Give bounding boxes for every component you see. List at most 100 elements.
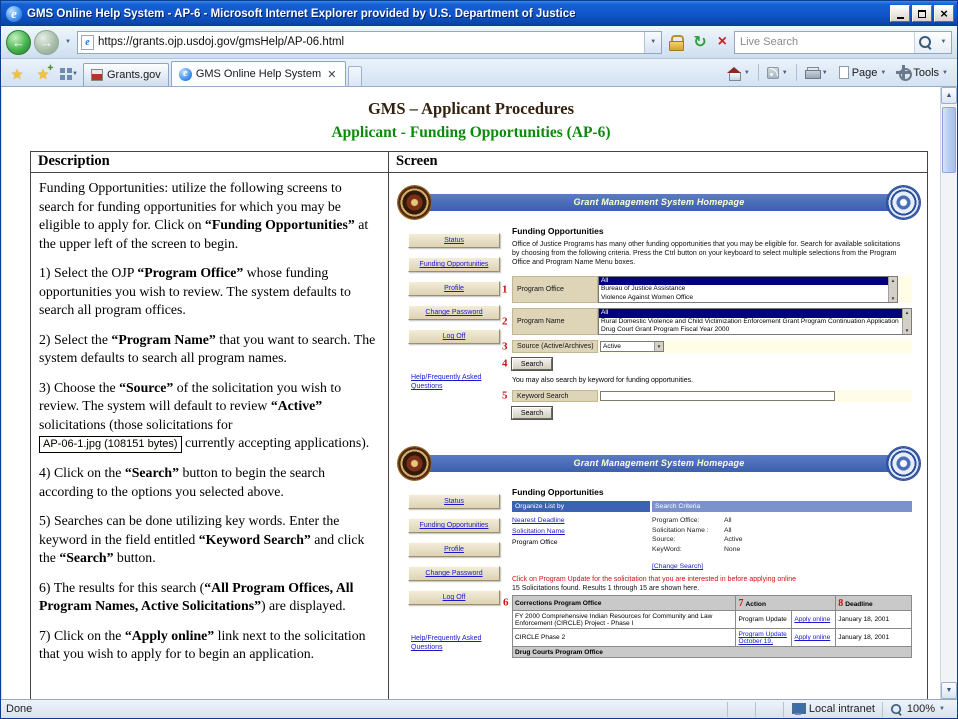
program-office-item[interactable]: Program Office <box>512 539 652 546</box>
nearest-deadline-link[interactable]: Nearest Deadline <box>512 517 652 524</box>
address-bar[interactable]: https://grants.ojp.usdoj.gov/gmsHelp/AP-… <box>77 31 662 54</box>
search-icon <box>919 36 932 49</box>
description-paragraph: 5) Searches can be done utilizing key wo… <box>39 512 378 568</box>
ie-favicon-icon <box>179 68 192 81</box>
apply-online-link[interactable]: Apply online <box>794 616 830 623</box>
organize-links: Nearest Deadline Solicitation Name Progr… <box>512 514 652 573</box>
gms-search-button[interactable]: Search <box>512 358 552 370</box>
status-bar: Done Local intranet 100% ▼ <box>1 699 957 718</box>
gms-profile-button[interactable]: Profile <box>408 542 500 557</box>
deadline-header: 8Deadline <box>836 596 912 611</box>
gms-log-off-button[interactable]: Log Off <box>408 329 500 344</box>
change-search-link[interactable]: [Change Search] <box>652 563 703 570</box>
deadline-cell: January 18, 2001 <box>836 629 912 647</box>
scroll-down-button[interactable]: ▼ <box>941 682 957 699</box>
organize-bar: Organize List by Search Criteria <box>512 501 912 512</box>
back-button[interactable]: ← <box>6 30 31 55</box>
listbox-option[interactable]: Drug Court Grant Program Fiscal Year 200… <box>599 326 902 334</box>
tab-grants-gov[interactable]: Grants.gov <box>83 63 169 86</box>
marker-1: 1 <box>502 284 508 295</box>
page-menu-button[interactable]: Page▼ <box>834 62 892 84</box>
program-office-listbox[interactable]: All Bureau of Justice Assistance Violenc… <box>598 276 898 303</box>
feeds-button[interactable]: ▼ <box>762 62 793 84</box>
favorites-center-button[interactable] <box>5 63 29 85</box>
home-icon <box>727 67 741 79</box>
description-column: Description Funding Opportunities: utili… <box>31 152 389 699</box>
search-box[interactable]: Live Search ▼ <box>734 31 952 54</box>
organize-list-by-header: Organize List by <box>512 501 650 512</box>
gms-change-password-button[interactable]: Change Password <box>408 566 500 581</box>
favorites-star-icon <box>11 66 24 83</box>
gms-banner: Grant Management System Homepage <box>426 194 892 211</box>
solicitation-name-link[interactable]: Solicitation Name <box>512 528 652 535</box>
gms-help-faq-link[interactable]: Help/Frequently Asked Questions <box>411 634 497 652</box>
grants-gov-favicon-icon <box>91 69 103 81</box>
close-button[interactable]: × <box>934 5 954 22</box>
apply-online-link[interactable]: Apply online <box>794 634 830 641</box>
tab-gms-online-help[interactable]: GMS Online Help System ... ✕ <box>171 61 346 86</box>
program-update-link[interactable]: Program Update October 19, <box>738 631 786 645</box>
home-button[interactable]: ▼ <box>722 62 755 84</box>
search-input[interactable]: Live Search <box>735 36 914 48</box>
keyword-search-row: 5 Keyword Search <box>512 390 912 402</box>
refresh-icon <box>693 32 706 52</box>
table-group-row: Drug Courts Program Office <box>513 647 912 658</box>
program-name-row: 2 Program Name All Rural Domestic Violen… <box>512 308 912 335</box>
page-favicon-icon <box>81 35 94 50</box>
scroll-up-button[interactable]: ▲ <box>941 87 957 104</box>
scrollbar-track[interactable] <box>941 104 957 682</box>
program-name-listbox[interactable]: All Rural Domestic Violence and Child Vi… <box>598 308 912 335</box>
gms-log-off-button[interactable]: Log Off <box>408 590 500 605</box>
quick-tabs-button[interactable]: ▼ <box>57 63 81 85</box>
listbox-option[interactable]: All <box>599 309 902 317</box>
keyword-search-input[interactable] <box>600 391 835 401</box>
maximize-button[interactable] <box>912 5 932 22</box>
search-go-button[interactable] <box>914 32 936 53</box>
gms-status-button[interactable]: Status <box>408 494 500 509</box>
forward-button[interactable]: → <box>34 30 59 55</box>
description-paragraph: 2) Select the “Program Name” that you wa… <box>39 331 378 368</box>
gms-status-button[interactable]: Status <box>408 233 500 248</box>
gms-profile-button[interactable]: Profile <box>408 281 500 296</box>
listbox-option[interactable]: All <box>599 277 888 285</box>
listbox-option[interactable]: Violence Against Women Office <box>599 294 888 302</box>
gms-funding-opportunities-button[interactable]: Funding Opportunities <box>408 518 500 533</box>
listbox-scrollbar[interactable]: ▲▼ <box>902 309 911 334</box>
security-lock-button[interactable] <box>665 30 686 55</box>
listbox-option[interactable]: Bureau of Justice Assistance <box>599 285 888 293</box>
gms-change-password-button[interactable]: Change Password <box>408 305 500 320</box>
gms-funding-opportunities-button[interactable]: Funding Opportunities <box>408 257 500 272</box>
gms-main-panel: Funding Opportunities Organize List by S… <box>510 482 920 666</box>
gms-keyword-search-button[interactable]: Search <box>512 407 552 419</box>
print-button[interactable]: ▼ <box>800 62 833 84</box>
ie-logo-icon <box>6 6 22 22</box>
minimize-icon <box>897 15 904 19</box>
deadline-cell: January 18, 2001 <box>836 611 912 629</box>
vertical-scrollbar[interactable]: ▲ ▼ <box>940 87 957 699</box>
refresh-button[interactable] <box>689 30 710 55</box>
stop-button[interactable] <box>714 30 731 55</box>
zoom-dropdown-icon[interactable]: ▼ <box>939 706 945 712</box>
description-paragraph: Funding Opportunities: utilize the follo… <box>39 179 378 253</box>
source-dropdown[interactable]: Active▼ <box>600 341 664 352</box>
scrollbar-thumb[interactable] <box>942 107 956 173</box>
description-body: Funding Opportunities: utilize the follo… <box>31 173 388 664</box>
tab-close-icon[interactable]: ✕ <box>326 68 338 81</box>
listbox-scrollbar[interactable]: ▲▼ <box>888 277 897 302</box>
doj-seal-icon <box>398 186 431 219</box>
page-area: GMS – Applicant Procedures Applicant - F… <box>1 87 940 699</box>
gms-help-faq-link[interactable]: Help/Frequently Asked Questions <box>411 373 497 391</box>
lock-icon <box>669 35 682 49</box>
zoom-control[interactable]: 100% ▼ <box>882 702 952 717</box>
minimize-button[interactable] <box>890 5 910 22</box>
address-url[interactable]: https://grants.ojp.usdoj.gov/gmsHelp/AP-… <box>98 36 640 48</box>
add-favorite-button[interactable] <box>31 63 55 85</box>
tools-menu-button[interactable]: Tools▼ <box>892 62 953 84</box>
search-provider-dropdown[interactable]: ▼ <box>936 32 951 53</box>
address-dropdown[interactable]: ▼ <box>644 32 661 53</box>
listbox-option[interactable]: Rural Domestic Violence and Child Victim… <box>599 318 902 326</box>
gms-sidebar: Status Funding Opportunities Profile Cha… <box>398 221 510 432</box>
new-tab-stub[interactable] <box>348 66 362 86</box>
history-dropdown[interactable]: ▼ <box>62 39 74 45</box>
quick-tabs-icon <box>60 68 72 80</box>
